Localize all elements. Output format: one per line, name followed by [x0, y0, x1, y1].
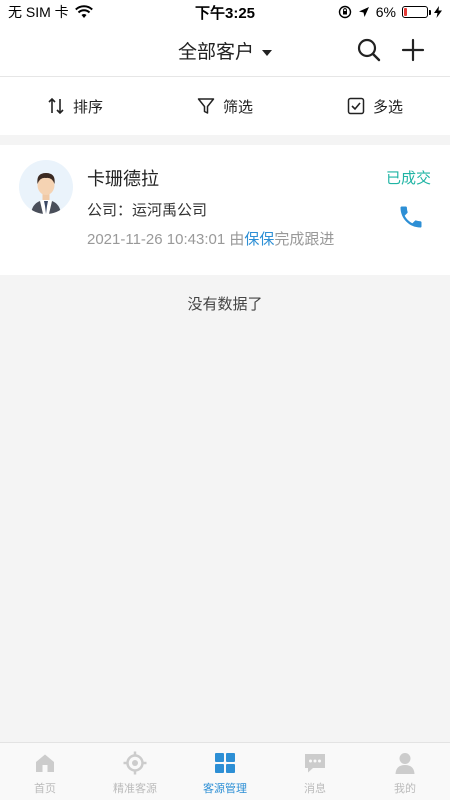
status-right: 6% — [338, 4, 442, 20]
phone-icon[interactable] — [397, 203, 425, 231]
orientation-lock-icon — [338, 5, 351, 19]
carrier-label: 无 SIM 卡 — [8, 4, 69, 20]
sort-button[interactable]: 排序 — [0, 96, 150, 117]
customer-list-item[interactable]: 卡珊德拉 公司：运河禹公司 2021-11-26 10:43:01 由保保完成跟… — [0, 145, 450, 275]
grid-icon — [215, 753, 235, 773]
tab-profile[interactable]: 我的 — [360, 743, 450, 800]
tab-lead-management[interactable]: 客源管理 — [180, 743, 270, 800]
customer-scope-dropdown[interactable]: 全部客户 — [0, 37, 450, 64]
battery-percent: 6% — [375, 4, 396, 20]
bottom-tab-bar: 首页 精准客源 客源管理 消息 我的 — [0, 742, 450, 800]
tab-label: 首页 — [34, 783, 56, 795]
status-bar: 无 SIM 卡 下午3:25 6% — [0, 0, 450, 24]
page-title: 全部客户 — [177, 42, 254, 63]
tab-messages[interactable]: 消息 — [270, 743, 360, 800]
wifi-icon — [74, 5, 93, 18]
checkbox-icon — [347, 97, 365, 115]
funnel-icon — [197, 98, 215, 114]
follow-up-time: 2021-11-26 10:43:01 — [87, 231, 226, 248]
tab-home[interactable]: 首页 — [0, 743, 90, 800]
tab-precise-leads[interactable]: 精准客源 — [90, 743, 180, 800]
battery-icon — [402, 6, 431, 18]
location-arrow-icon — [358, 7, 369, 17]
chevron-down-icon — [262, 49, 272, 56]
sort-label: 排序 — [72, 98, 103, 116]
home-icon — [36, 754, 54, 772]
follow-up-prefix: 由 — [229, 231, 245, 248]
status-left: 无 SIM 卡 — [8, 2, 93, 22]
plus-icon[interactable] — [400, 37, 426, 63]
search-icon[interactable] — [356, 37, 382, 63]
multi-select-button[interactable]: 多选 — [300, 96, 450, 117]
filter-button[interactable]: 筛选 — [150, 96, 300, 117]
filter-label: 筛选 — [222, 98, 253, 116]
avatar — [19, 160, 73, 214]
follow-up-user[interactable]: 保保 — [244, 231, 274, 248]
top-nav-bar: 全部客户 — [0, 24, 450, 77]
tab-label: 精准客源 — [113, 783, 157, 795]
tab-label: 客源管理 — [203, 783, 247, 795]
multi-select-label: 多选 — [372, 98, 403, 116]
tab-label: 我的 — [394, 783, 416, 795]
filter-toolbar: 排序 筛选 多选 — [0, 77, 450, 135]
follow-up-info: 2021-11-26 10:43:01 由保保完成跟进 — [87, 228, 334, 249]
follow-up-suffix: 完成跟进 — [274, 231, 335, 248]
customer-name: 卡珊德拉 — [87, 169, 159, 189]
list-end-message: 没有数据了 — [187, 296, 263, 313]
customer-company: 公司：运河禹公司 — [87, 202, 208, 219]
sort-arrows-icon — [48, 97, 64, 115]
user-icon — [395, 753, 415, 774]
deal-status-badge: 已成交 — [385, 170, 431, 187]
tab-label: 消息 — [304, 783, 326, 795]
charging-icon — [434, 6, 442, 18]
message-icon — [305, 754, 325, 773]
target-icon — [123, 751, 147, 775]
person-avatar-icon — [31, 173, 61, 214]
